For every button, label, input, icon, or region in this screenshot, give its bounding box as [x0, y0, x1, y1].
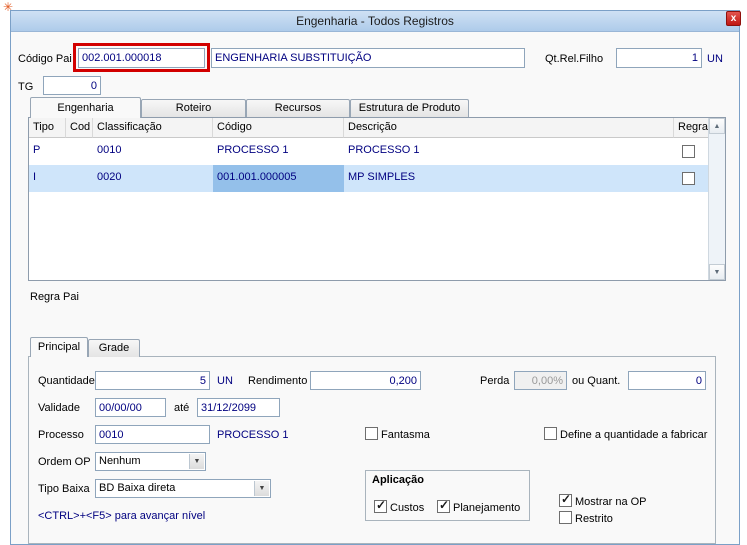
table-scrollbar[interactable]: ▲ ▼ — [708, 118, 725, 280]
scroll-up-icon[interactable]: ▲ — [709, 118, 725, 134]
col-header-classificacao[interactable]: Classificação — [93, 118, 213, 138]
rendimento-input[interactable]: 0,200 — [310, 371, 421, 390]
col-header-descricao[interactable]: Descrição — [344, 118, 674, 138]
tg-label: TG — [18, 81, 33, 93]
cell-classificacao: 0020 — [97, 171, 121, 183]
mostrar-na-op-label: Mostrar na OP — [575, 496, 647, 508]
qt-rel-filho-label: Qt.Rel.Filho — [545, 53, 603, 65]
perda-label: Perda — [480, 375, 509, 387]
quantidade-unit: UN — [217, 375, 233, 387]
custos-checkbox[interactable] — [374, 500, 387, 513]
shortcut-hint: <CTRL>+<F5> para avançar nível — [38, 510, 205, 522]
tipo-baixa-label: Tipo Baixa — [38, 483, 90, 495]
dialog-titlebar[interactable]: Engenharia - Todos Registros — [11, 11, 739, 32]
tab-estrutura-produto[interactable]: Estrutura de Produto — [350, 99, 469, 117]
ou-quant-label: ou Quant. — [572, 375, 620, 387]
fantasma-checkbox[interactable] — [365, 427, 378, 440]
processo-desc: PROCESSO 1 — [217, 429, 289, 441]
restrito-label: Restrito — [575, 513, 613, 525]
screen: ✳ Engenharia - Todos Registros x Código … — [0, 0, 747, 545]
table-row[interactable]: P 0010 PROCESSO 1 PROCESSO 1 — [29, 138, 708, 165]
planejamento-checkbox[interactable] — [437, 500, 450, 513]
codigo-pai-label: Código Pai — [18, 53, 72, 65]
table-row-selected[interactable]: I 0020 001.001.000005 MP SIMPLES — [29, 165, 708, 192]
ordem-op-label: Ordem OP — [38, 456, 91, 468]
mostrar-na-op-checkbox[interactable] — [559, 494, 572, 507]
quantidade-input[interactable]: 5 — [95, 371, 210, 390]
close-button[interactable]: x — [726, 11, 741, 26]
codigo-pai-input[interactable]: 002.001.000018 — [78, 48, 205, 68]
col-header-cod[interactable]: Cod — [66, 118, 93, 138]
chevron-down-icon[interactable]: ▼ — [254, 481, 269, 496]
ate-input[interactable]: 31/12/2099 — [197, 398, 280, 417]
processo-label: Processo — [38, 429, 84, 441]
cell-tipo: P — [33, 144, 40, 156]
custos-label: Custos — [390, 502, 424, 514]
cell-classificacao: 0010 — [97, 144, 121, 156]
tab-engenharia[interactable]: Engenharia — [30, 97, 141, 118]
quantidade-label: Quantidade — [38, 375, 95, 387]
cell-tipo: I — [33, 171, 36, 183]
col-header-codigo[interactable]: Código — [213, 118, 344, 138]
processo-input[interactable]: 0010 — [95, 425, 210, 444]
dialog-title: Engenharia - Todos Registros — [296, 14, 454, 28]
col-header-regra[interactable]: Regra — [674, 118, 708, 138]
close-icon: x — [731, 13, 737, 24]
tg-input[interactable]: 0 — [43, 76, 101, 95]
fantasma-label: Fantasma — [381, 429, 430, 441]
planejamento-label: Planejamento — [453, 502, 520, 514]
aplicacao-label: Aplicação — [372, 474, 424, 486]
subtab-principal[interactable]: Principal — [30, 337, 88, 357]
cell-codigo: PROCESSO 1 — [217, 144, 289, 156]
validade-input[interactable]: 00/00/00 — [95, 398, 166, 417]
tipo-baixa-select[interactable]: BD Baixa direta ▼ — [95, 479, 271, 498]
scroll-down-icon[interactable]: ▼ — [709, 264, 725, 280]
ate-label: até — [174, 402, 189, 414]
validade-label: Validade — [38, 402, 80, 414]
regra-pai-label: Regra Pai — [30, 291, 79, 303]
cell-codigo-editing[interactable]: 001.001.000005 — [213, 165, 344, 192]
ordem-op-value: Nenhum — [99, 455, 141, 467]
tab-recursos[interactable]: Recursos — [246, 99, 350, 117]
chevron-down-icon[interactable]: ▼ — [189, 454, 204, 469]
define-label: Define a quantidade a fabricar — [560, 429, 707, 441]
ou-quant-input[interactable]: 0 — [628, 371, 706, 390]
rendimento-label: Rendimento — [248, 375, 307, 387]
restrito-checkbox[interactable] — [559, 511, 572, 524]
perda-input: 0,00% — [514, 371, 567, 390]
tab-roteiro[interactable]: Roteiro — [141, 99, 246, 117]
engineering-grid: Tipo Cod Classificação Código Descrição … — [28, 117, 726, 281]
define-checkbox[interactable] — [544, 427, 557, 440]
ordem-op-select[interactable]: Nenhum ▼ — [95, 452, 206, 471]
cell-descricao: PROCESSO 1 — [348, 144, 420, 156]
col-header-tipo[interactable]: Tipo — [29, 118, 66, 138]
cell-descricao: MP SIMPLES — [348, 171, 415, 183]
tipo-baixa-value: BD Baixa direta — [99, 482, 175, 494]
qt-rel-filho-input[interactable]: 1 — [616, 48, 702, 68]
regra-checkbox[interactable] — [682, 145, 695, 158]
qt-rel-filho-unit: UN — [707, 53, 723, 65]
subtab-grade[interactable]: Grade — [88, 339, 140, 357]
regra-checkbox[interactable] — [682, 172, 695, 185]
descricao-pai-input[interactable]: ENGENHARIA SUBSTITUIÇÃO — [211, 48, 525, 68]
